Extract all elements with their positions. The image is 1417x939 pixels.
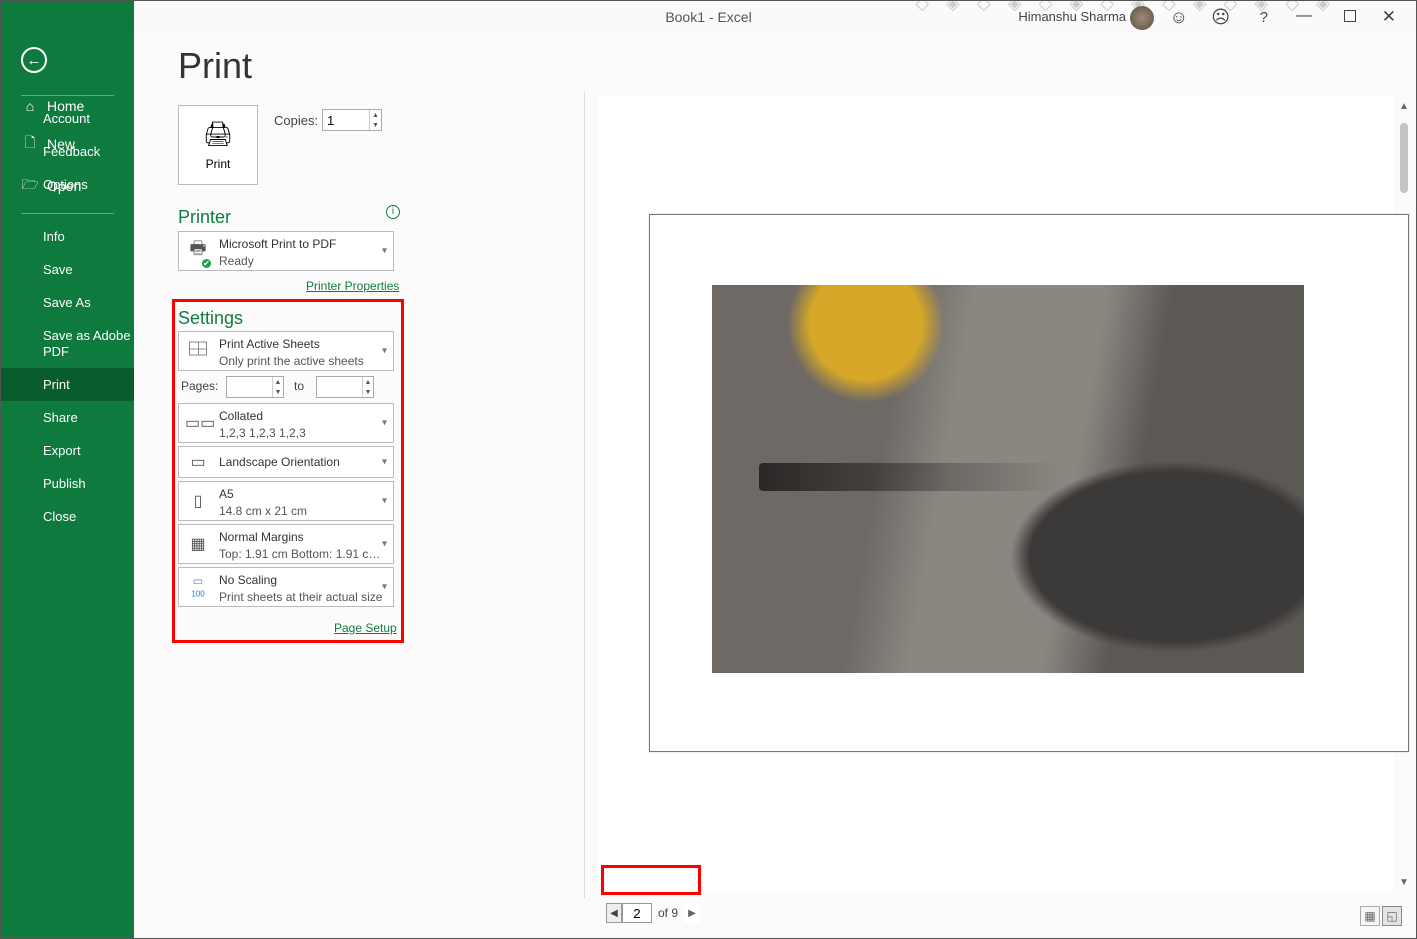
preview-vertical-scrollbar[interactable]: ▲ ▼ xyxy=(1396,101,1412,888)
selector-title: Normal Margins xyxy=(219,530,304,544)
chevron-down-icon: ▾ xyxy=(382,246,387,257)
user-name[interactable]: Himanshu Sharma xyxy=(1018,9,1126,24)
sidebar-item-label: Feedback xyxy=(43,144,100,159)
copies-label: Copies: xyxy=(274,113,318,128)
selector-title: Collated xyxy=(219,409,263,423)
selector-title: A5 xyxy=(219,487,234,501)
chevron-up-icon[interactable]: ▲ xyxy=(362,377,373,387)
selector-subtitle: Top: 1.91 cm Bottom: 1.91 c… xyxy=(219,547,380,561)
chevron-down-icon[interactable]: ▼ xyxy=(272,387,283,397)
page-setup-link[interactable]: Page Setup xyxy=(334,621,397,635)
printer-properties-link[interactable]: Printer Properties xyxy=(306,279,399,293)
prev-page-button[interactable]: ◀ xyxy=(606,903,622,923)
page-title: Print xyxy=(178,45,252,87)
copies-spinner[interactable]: ▲▼ xyxy=(369,110,381,130)
spinner[interactable]: ▲▼ xyxy=(362,377,373,397)
backstage-sidebar: ← ⌂Home 🗋New 🗁Open Info Save Save As Sav… xyxy=(1,1,134,938)
printer-status: Ready xyxy=(219,254,254,268)
sidebar-item-account[interactable]: Account xyxy=(1,102,134,135)
chevron-down-icon: ▾ xyxy=(382,457,387,468)
orientation-selector[interactable]: ▭ Landscape Orientation ▾ xyxy=(178,446,394,478)
collation-selector[interactable]: ▭▭ Collated 1,2,3 1,2,3 1,2,3 ▾ xyxy=(178,403,394,443)
selector-subtitle: 1,2,3 1,2,3 1,2,3 xyxy=(219,426,306,440)
pages-range-row: Pages: ▲▼ to ▲▼ xyxy=(178,374,394,400)
printer-section-title: Printer xyxy=(178,207,231,228)
sidebar-divider xyxy=(21,95,114,96)
printer-icon: 🖨 xyxy=(203,120,233,149)
backstage-main: Print 🖨 Print Copies: ▲▼ Printer i 🖶 Mic… xyxy=(134,1,1416,938)
current-page-input[interactable] xyxy=(622,903,652,923)
pages-to-label: to xyxy=(294,379,304,393)
copies-input[interactable]: ▲▼ xyxy=(322,109,382,131)
page-count-label: of 9 xyxy=(658,906,678,920)
print-preview-area xyxy=(599,96,1394,892)
printer-device-icon: 🖶 xyxy=(185,236,211,266)
window-title: Book1 - Excel xyxy=(665,9,751,25)
selector-subtitle: Only print the active sheets xyxy=(219,354,364,368)
vertical-divider xyxy=(584,91,585,898)
selector-title: No Scaling xyxy=(219,573,277,587)
copies-field[interactable] xyxy=(323,110,363,130)
chevron-down-icon: ▾ xyxy=(382,496,387,507)
help-icon[interactable]: ? xyxy=(1260,9,1268,26)
chevron-down-icon: ▾ xyxy=(382,539,387,550)
sidebar-item-label: Account xyxy=(43,111,90,126)
window-close-icon[interactable]: ✕ xyxy=(1382,7,1396,27)
collate-icon: ▭▭ xyxy=(185,413,211,433)
selector-title: Print Active Sheets xyxy=(219,337,320,351)
settings-section-title: Settings xyxy=(178,308,243,329)
chevron-down-icon: ▾ xyxy=(382,418,387,429)
preview-page-nav: ◀ of 9 ▶ xyxy=(606,902,700,924)
preview-content-image xyxy=(712,285,1304,673)
avatar[interactable] xyxy=(1130,6,1154,30)
chevron-up-icon[interactable]: ▲ xyxy=(369,110,381,120)
selector-title: Landscape Orientation xyxy=(219,455,340,469)
zoom-controls: ▦ ◱ xyxy=(1360,906,1402,926)
scaling-selector[interactable]: ▭100 No Scaling Print sheets at their ac… xyxy=(178,567,394,607)
info-icon[interactable]: i xyxy=(386,205,400,219)
feedback-smile-icon[interactable]: ☺ xyxy=(1170,7,1188,28)
scroll-up-icon[interactable]: ▲ xyxy=(1399,101,1409,112)
paper-size-selector[interactable]: ▯ A5 14.8 cm x 21 cm ▾ xyxy=(178,481,394,521)
chevron-down-icon: ▾ xyxy=(382,346,387,357)
chevron-down-icon[interactable]: ▼ xyxy=(369,120,381,130)
printer-selector[interactable]: 🖶 Microsoft Print to PDF Ready ▾ xyxy=(178,231,394,271)
pages-label: Pages: xyxy=(181,379,218,393)
print-what-selector[interactable]: Print Active Sheets Only print the activ… xyxy=(178,331,394,371)
scroll-down-icon[interactable]: ▼ xyxy=(1399,877,1409,888)
zoom-to-page-button[interactable]: ◱ xyxy=(1382,906,1402,926)
window-minimize-icon[interactable]: — xyxy=(1296,7,1312,25)
scroll-thumb[interactable] xyxy=(1400,123,1408,193)
show-margins-button[interactable]: ▦ xyxy=(1360,906,1380,926)
print-button-label: Print xyxy=(206,157,231,171)
margins-selector[interactable]: ▦ Normal Margins Top: 1.91 cm Bottom: 1.… xyxy=(178,524,394,564)
margins-icon: ▦ xyxy=(185,534,211,554)
sidebar-item-label: Options xyxy=(43,177,88,192)
next-page-button[interactable]: ▶ xyxy=(684,903,700,923)
feedback-frown-icon[interactable]: ☹ xyxy=(1211,7,1230,28)
sidebar-item-options[interactable]: Options xyxy=(1,168,134,201)
chevron-up-icon[interactable]: ▲ xyxy=(272,377,283,387)
back-arrow-icon: ← xyxy=(27,52,42,69)
preview-page xyxy=(649,214,1409,752)
landscape-icon: ▭ xyxy=(185,452,211,472)
titlebar: ◇ ◈ ◇ ◈ ◇ ◈ ◇ ◈ ◇ ◈ ◇ ◈ ◇ ◈ Book1 - Exce… xyxy=(1,1,1416,35)
window-maximize-icon[interactable] xyxy=(1344,10,1356,22)
chevron-down-icon[interactable]: ▼ xyxy=(362,387,373,397)
pages-to-input[interactable]: ▲▼ xyxy=(316,376,374,398)
paper-icon: ▯ xyxy=(185,491,211,511)
scaling-icon: ▭100 xyxy=(185,575,211,600)
pages-from-input[interactable]: ▲▼ xyxy=(226,376,284,398)
printer-name: Microsoft Print to PDF xyxy=(219,237,336,251)
chevron-down-icon: ▾ xyxy=(382,582,387,593)
selector-subtitle: 14.8 cm x 21 cm xyxy=(219,504,307,518)
selector-subtitle: Print sheets at their actual size xyxy=(219,590,382,604)
sheets-icon xyxy=(185,342,211,361)
spinner[interactable]: ▲▼ xyxy=(272,377,283,397)
print-button[interactable]: 🖨 Print xyxy=(178,105,258,185)
back-button[interactable]: ← xyxy=(21,47,47,73)
sidebar-item-feedback[interactable]: Feedback xyxy=(1,135,134,168)
